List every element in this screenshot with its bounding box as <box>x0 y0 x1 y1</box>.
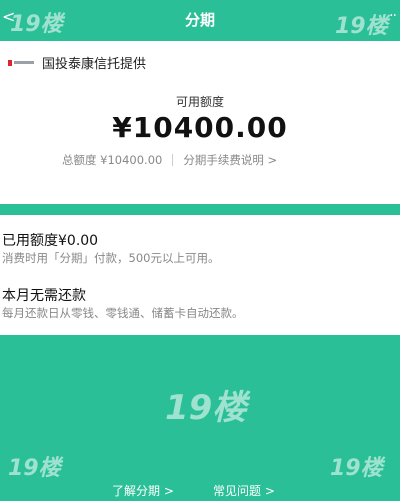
section-divider <box>0 206 400 212</box>
fee-explanation-link[interactable]: 分期手续费说明 > <box>183 152 277 168</box>
header-bar: < 分期 ·· <box>0 0 400 36</box>
available-amount: ¥10400.00 <box>112 111 288 144</box>
available-label: 可用额度 <box>175 95 224 109</box>
used-quota: 已用额度¥0.00 <box>2 233 99 249</box>
watermark-logo: 19楼 <box>330 456 383 481</box>
page-title: 分期 <box>184 11 215 29</box>
repayment-desc: 每月还款日从零钱、零钱通、储蓄卡自动还款。 <box>2 306 244 320</box>
quota-card: 国投泰康信托提供 可用额度 ¥10400.00 总额度 ¥10400.00 分期… <box>0 41 400 204</box>
more-icon[interactable]: ·· <box>389 8 397 24</box>
learn-installment-link[interactable]: 了解分期 > <box>112 482 174 499</box>
quota-sub-row: 总额度 ¥10400.00 分期手续费说明 > <box>62 152 277 168</box>
faq-link[interactable]: 常见问题 > <box>213 482 275 499</box>
used-quota-desc: 消费时用「分期」付款，500元以上可用。 <box>2 251 220 265</box>
watermark-logo: 19楼 <box>165 388 247 428</box>
trust-logo-icon <box>8 58 34 68</box>
provider-text: 国投泰康信托提供 <box>42 57 147 72</box>
divider <box>172 154 174 166</box>
status-card: 已用额度¥0.00 消费时用「分期」付款，500元以上可用。 本月无需还款 每月… <box>0 215 400 335</box>
total-quota: 总额度 ¥10400.00 <box>62 153 163 167</box>
watermark-logo: 19楼 <box>8 456 61 481</box>
provider-row: 国投泰康信托提供 <box>8 53 146 72</box>
repayment-status: 本月无需还款 <box>2 288 86 304</box>
